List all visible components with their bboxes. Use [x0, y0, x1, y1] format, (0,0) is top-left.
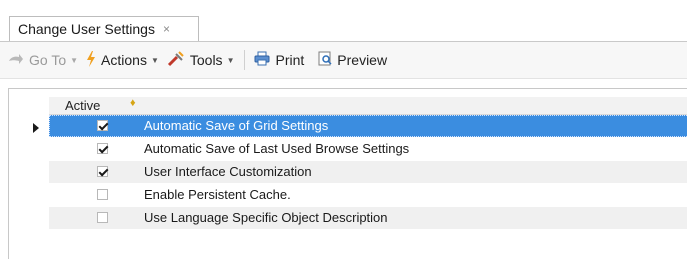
tools-button[interactable]: Tools ▼	[163, 47, 239, 73]
actions-icon	[86, 50, 96, 70]
row-label: Enable Persistent Cache.	[144, 187, 291, 202]
table-row[interactable]: User Interface Customization	[49, 161, 687, 183]
settings-grid: Active ♦ Automatic Save of Grid Settings…	[8, 88, 687, 259]
sort-indicator-icon: ♦	[130, 97, 136, 109]
table-row[interactable]: Automatic Save of Last Used Browse Setti…	[49, 138, 687, 160]
grid-header: Active ♦	[49, 97, 687, 115]
active-checkbox[interactable]	[97, 120, 108, 131]
active-checkbox[interactable]	[97, 189, 108, 200]
column-header-active[interactable]: Active	[65, 98, 100, 113]
chevron-down-icon: ▼	[226, 55, 235, 65]
row-label: Use Language Specific Object Description	[144, 210, 388, 225]
actions-label: Actions	[101, 52, 147, 68]
preview-label: Preview	[337, 52, 388, 68]
table-row[interactable]: Use Language Specific Object Description	[49, 207, 687, 229]
row-label: Automatic Save of Last Used Browse Setti…	[144, 141, 410, 156]
tools-icon	[167, 50, 185, 70]
toolbar: Go To ▼ Actions ▼ Tools ▼ Print Preview	[0, 42, 687, 79]
tab-title: Change User Settings	[18, 21, 155, 37]
active-checkbox[interactable]	[97, 143, 108, 154]
table-row[interactable]: Enable Persistent Cache.	[49, 184, 687, 206]
print-button[interactable]: Print	[250, 47, 308, 73]
goto-button[interactable]: Go To ▼	[4, 47, 82, 73]
tools-label: Tools	[189, 52, 223, 68]
tab-strip: Change User Settings ×	[0, 0, 687, 42]
close-icon[interactable]: ×	[163, 22, 170, 36]
active-checkbox[interactable]	[97, 166, 108, 177]
active-checkbox[interactable]	[97, 212, 108, 223]
actions-button[interactable]: Actions ▼	[82, 47, 163, 73]
preview-icon	[318, 51, 332, 69]
current-row-indicator-icon	[33, 123, 39, 133]
row-label: Automatic Save of Grid Settings	[144, 118, 329, 133]
goto-label: Go To	[29, 52, 67, 68]
row-label: User Interface Customization	[144, 164, 312, 179]
toolbar-separator	[244, 50, 246, 70]
tab-change-user-settings[interactable]: Change User Settings ×	[9, 16, 199, 41]
print-label: Print	[275, 52, 305, 68]
goto-icon	[8, 52, 24, 68]
table-row[interactable]: Automatic Save of Grid Settings	[49, 115, 687, 137]
chevron-down-icon: ▼	[150, 55, 159, 65]
print-icon	[254, 51, 270, 69]
preview-button[interactable]: Preview	[314, 47, 391, 73]
chevron-down-icon: ▼	[70, 55, 79, 65]
